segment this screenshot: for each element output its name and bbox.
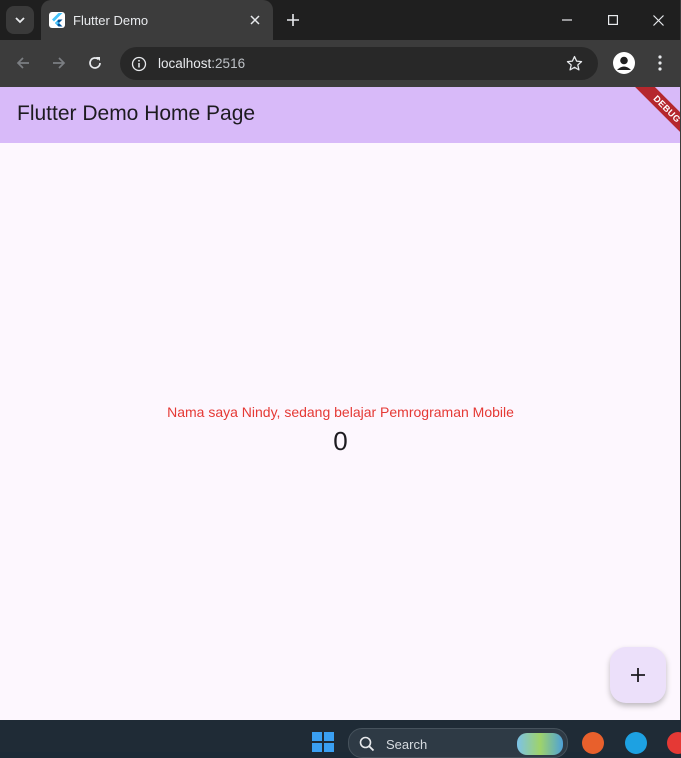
taskbar: Search <box>0 720 681 758</box>
new-tab-button[interactable] <box>282 9 304 31</box>
maximize-icon <box>608 15 618 25</box>
close-icon <box>250 15 260 25</box>
browser-window: Flutter Demo localhost:2516 Flutter Demo… <box>0 0 681 720</box>
plus-icon <box>287 14 299 26</box>
debug-banner: DEBUG <box>619 87 680 143</box>
app-icon-orange[interactable] <box>582 732 604 754</box>
browser-toolbar: localhost:2516 <box>0 40 680 87</box>
url-text: localhost:2516 <box>158 56 245 71</box>
url-port: :2516 <box>211 56 246 71</box>
browser-tab[interactable]: Flutter Demo <box>41 0 273 40</box>
close-tab-button[interactable] <box>245 10 265 30</box>
url-host: localhost <box>158 56 212 71</box>
plus-icon <box>631 668 645 682</box>
browser-menu-button[interactable] <box>651 51 669 75</box>
page-title: Flutter Demo Home Page <box>17 102 256 125</box>
app-icon-blue[interactable] <box>625 732 647 754</box>
maximize-button[interactable] <box>590 0 636 40</box>
reload-button[interactable] <box>83 51 107 75</box>
forward-button[interactable] <box>47 51 71 75</box>
bookmark-button[interactable] <box>564 53 584 73</box>
tab-title: Flutter Demo <box>73 13 149 28</box>
star-icon <box>566 55 582 71</box>
app-body: Nama saya Nindy, sedang belajar Pemrogra… <box>0 143 680 720</box>
more-vertical-icon <box>658 55 662 71</box>
tab-search-button[interactable] <box>6 6 34 34</box>
arrow-left-icon <box>16 57 29 69</box>
arrow-right-icon <box>53 57 66 69</box>
minimize-button[interactable] <box>544 0 590 40</box>
windows-start-icon[interactable] <box>312 732 334 752</box>
increment-fab-button[interactable] <box>610 647 666 703</box>
chevron-down-icon <box>15 17 25 24</box>
debug-label: DEBUG <box>626 87 680 143</box>
back-button[interactable] <box>11 51 35 75</box>
tab-strip: Flutter Demo <box>0 0 680 40</box>
minimize-icon <box>562 19 572 21</box>
message-text: Nama saya Nindy, sedang belajar Pemrogra… <box>167 404 514 420</box>
search-label: Search <box>386 737 428 752</box>
taskbar-search[interactable]: Search <box>348 728 568 758</box>
app-bar: Flutter Demo Home Page <box>0 87 680 143</box>
flutter-logo-icon <box>49 12 65 28</box>
profile-avatar[interactable] <box>613 52 635 74</box>
address-bar[interactable]: localhost:2516 <box>120 47 598 80</box>
close-icon <box>652 14 664 26</box>
site-info-icon[interactable] <box>129 54 148 73</box>
person-icon <box>617 56 631 70</box>
app-icon-red[interactable] <box>667 732 681 754</box>
close-window-button[interactable] <box>635 0 680 40</box>
reload-icon <box>89 57 101 69</box>
search-icon <box>359 736 375 752</box>
counter-value: 0 <box>333 426 348 456</box>
